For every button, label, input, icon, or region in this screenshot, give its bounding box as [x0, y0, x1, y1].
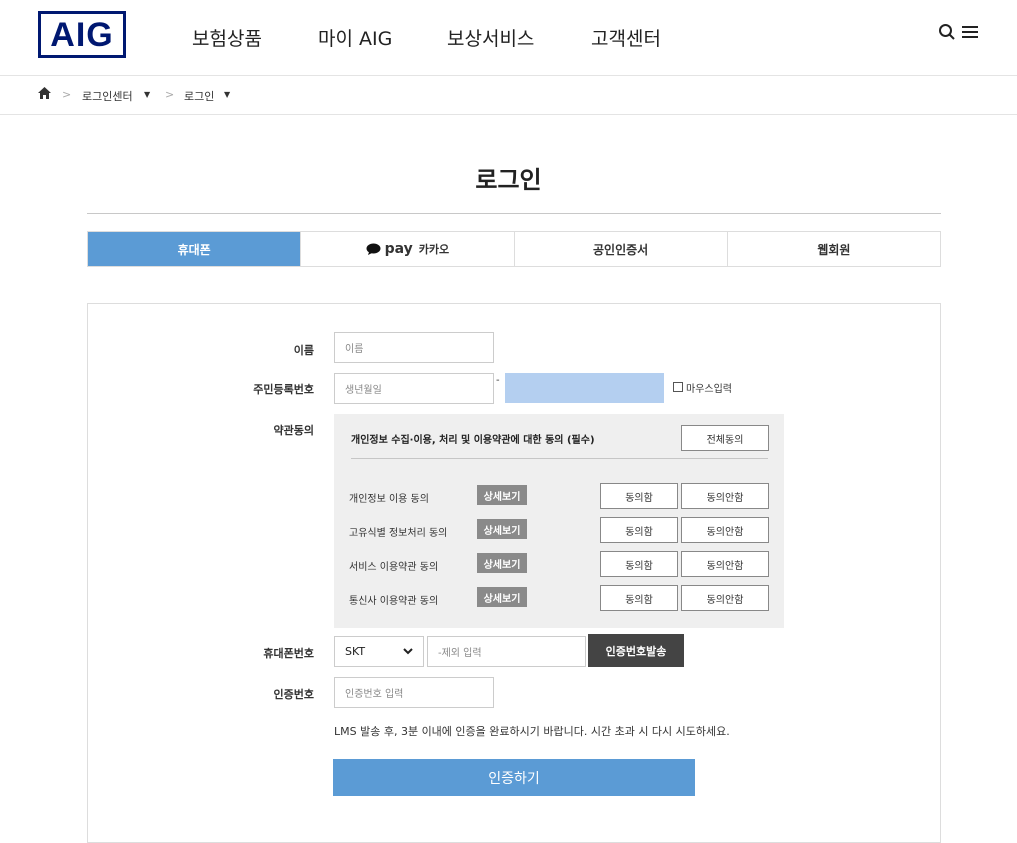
carrier-select[interactable]: SKT — [334, 636, 424, 667]
verify-label: 인증하기 — [488, 770, 540, 787]
terms-divider — [351, 458, 768, 459]
code-placeholder: 인증번호 입력 — [345, 689, 404, 700]
rrn-back-input[interactable] — [505, 373, 664, 403]
caret-down-icon[interactable]: ▼ — [144, 90, 150, 99]
tab-mobile[interactable]: 휴대폰 — [88, 232, 301, 266]
tab-kakaopay[interactable]: pay 카카오 — [300, 232, 513, 266]
breadcrumb: > 로그인센터 ▼ > 로그인 ▼ — [0, 76, 1017, 115]
disagree-label: 동의안함 — [706, 594, 744, 606]
aig-logo[interactable]: AIG — [38, 11, 126, 58]
search-icon[interactable] — [938, 22, 956, 46]
verify-button[interactable]: 인증하기 — [333, 759, 695, 796]
disagree-button[interactable]: 동의안함 — [681, 483, 769, 509]
disagree-button[interactable]: 동의안함 — [681, 517, 769, 543]
agree-button[interactable]: 동의함 — [600, 517, 678, 543]
agree-label: 동의함 — [625, 526, 653, 538]
term-label: 개인정보 이용 동의 — [349, 494, 429, 505]
kakaopay-kakao-label: 카카오 — [418, 243, 450, 256]
speech-bubble-icon — [366, 243, 381, 255]
tab-label: 공인인증서 — [593, 242, 649, 257]
page-title: 로그인 — [475, 166, 542, 194]
nav-claim-service[interactable]: 보상서비스 — [447, 24, 534, 51]
phone-placeholder: -제외 입력 — [438, 648, 482, 659]
breadcrumb-login[interactable]: 로그인 — [184, 88, 214, 104]
caret-down-icon[interactable]: ▼ — [224, 90, 230, 99]
lms-notice: LMS 발송 후, 3분 이내에 인증을 완료하시기 바랍니다. 시간 초과 시… — [334, 725, 730, 738]
agree-all-button[interactable]: 전체동의 — [681, 425, 769, 451]
login-method-tabs: 휴대폰 pay 카카오 공인인증서 웹회원 — [87, 231, 941, 267]
rrn-birth-input[interactable]: 생년월일 — [334, 373, 494, 404]
code-label: 인증번호 — [273, 688, 314, 701]
terms-label: 약관동의 — [273, 424, 314, 437]
agree-label: 동의함 — [625, 560, 653, 572]
agree-all-label: 전체동의 — [706, 434, 744, 446]
mouse-input-label: 마우스입력 — [686, 384, 732, 395]
agree-button[interactable]: 동의함 — [600, 483, 678, 509]
agree-label: 동의함 — [625, 492, 653, 504]
agree-button[interactable]: 동의함 — [600, 585, 678, 611]
agree-label: 동의함 — [625, 594, 653, 606]
disagree-button[interactable]: 동의안함 — [681, 551, 769, 577]
detail-button[interactable]: 상세보기 — [477, 485, 527, 505]
tab-label: 웹회원 — [817, 242, 851, 257]
home-icon[interactable] — [38, 87, 51, 102]
detail-label: 상세보기 — [483, 559, 521, 571]
chevron-right-icon: > — [165, 88, 175, 101]
send-code-label: 인증번호발송 — [605, 644, 667, 658]
disagree-label: 동의안함 — [706, 560, 744, 572]
menu-icon[interactable] — [961, 22, 979, 46]
logo-text: AIG — [50, 15, 114, 54]
site-header: AIG 보험상품 마이 AIG 보상서비스 고객센터 — [0, 0, 1017, 76]
divider — [87, 213, 941, 214]
detail-label: 상세보기 — [483, 593, 521, 605]
mouse-input-checkbox[interactable] — [673, 382, 683, 392]
tab-certificate[interactable]: 공인인증서 — [513, 232, 727, 266]
nav-insurance-products[interactable]: 보험상품 — [192, 24, 262, 51]
kakaopay-pay-label: pay — [384, 241, 413, 257]
tab-web-member[interactable]: 웹회원 — [726, 232, 940, 266]
terms-title: 개인정보 수집·이용, 처리 및 이용약관에 대한 동의 (필수) — [351, 435, 595, 446]
nav-my-aig[interactable]: 마이 AIG — [318, 24, 392, 51]
disagree-label: 동의안함 — [706, 492, 744, 504]
detail-button[interactable]: 상세보기 — [477, 519, 527, 539]
detail-button[interactable]: 상세보기 — [477, 587, 527, 607]
code-input[interactable]: 인증번호 입력 — [334, 677, 494, 708]
chevron-right-icon: > — [62, 88, 72, 101]
detail-label: 상세보기 — [483, 491, 521, 503]
term-label: 통신사 이용약관 동의 — [349, 596, 439, 607]
phone-input[interactable]: -제외 입력 — [427, 636, 586, 667]
breadcrumb-login-center[interactable]: 로그인센터 — [82, 88, 133, 104]
tab-label: 휴대폰 — [177, 242, 211, 257]
phone-label: 휴대폰번호 — [263, 647, 314, 660]
name-placeholder: 이름 — [345, 344, 364, 355]
disagree-label: 동의안함 — [706, 526, 744, 538]
nav-customer-center[interactable]: 고객센터 — [591, 24, 661, 51]
chevron-down-icon — [403, 645, 413, 658]
disagree-button[interactable]: 동의안함 — [681, 585, 769, 611]
carrier-value: SKT — [345, 645, 366, 658]
detail-label: 상세보기 — [483, 525, 521, 537]
rrn-label: 주민등록번호 — [253, 383, 314, 396]
term-label: 서비스 이용약관 동의 — [349, 562, 439, 573]
term-label: 고유식별 정보처리 동의 — [349, 528, 448, 539]
rrn-placeholder: 생년월일 — [345, 385, 382, 396]
rrn-separator: - — [496, 375, 500, 386]
send-code-button[interactable]: 인증번호발송 — [588, 634, 684, 667]
agree-button[interactable]: 동의함 — [600, 551, 678, 577]
name-input[interactable]: 이름 — [334, 332, 494, 363]
detail-button[interactable]: 상세보기 — [477, 553, 527, 573]
name-label: 이름 — [293, 344, 314, 357]
